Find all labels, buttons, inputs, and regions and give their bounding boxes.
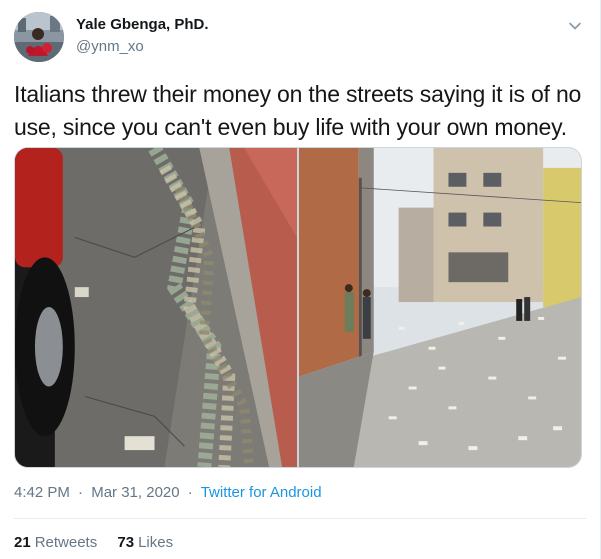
- meta-separator: ·: [78, 484, 84, 501]
- likes-count: 73: [117, 534, 135, 551]
- likes-label: Likes: [138, 534, 174, 551]
- tweet-stats: 21 Retweets 73 Likes: [14, 534, 189, 551]
- retweets-label: Retweets: [34, 534, 98, 551]
- media-grid: [14, 147, 582, 468]
- meta-separator-2: ·: [187, 484, 193, 501]
- tweet-meta: 4:42 PM · Mar 31, 2020 · Twitter for And…: [14, 484, 322, 501]
- more-options-chevron-down-icon[interactable]: [563, 14, 587, 38]
- author-avatar[interactable]: [14, 12, 64, 62]
- profile-photo-icon: [14, 12, 64, 62]
- tweet-source-link[interactable]: Twitter for Android: [201, 484, 322, 501]
- author-handle[interactable]: @ynm_xo: [76, 38, 144, 55]
- tweet-text: Italians threw their money on the street…: [14, 81, 582, 140]
- photo-money-on-street-icon[interactable]: [299, 148, 581, 467]
- retweets-count: 21: [14, 534, 31, 551]
- tweet-date[interactable]: Mar 31, 2020: [91, 484, 179, 501]
- divider: [14, 518, 586, 519]
- tweet-card: Yale Gbenga, PhD. @ynm_xo Italians threw…: [0, 0, 601, 559]
- likes-stat[interactable]: 73 Likes: [117, 534, 173, 551]
- photo-money-by-curb-icon[interactable]: [15, 148, 297, 467]
- author-name[interactable]: Yale Gbenga, PhD.: [76, 16, 209, 33]
- tweet-time[interactable]: 4:42 PM: [14, 484, 70, 501]
- retweets-stat[interactable]: 21 Retweets: [14, 534, 97, 551]
